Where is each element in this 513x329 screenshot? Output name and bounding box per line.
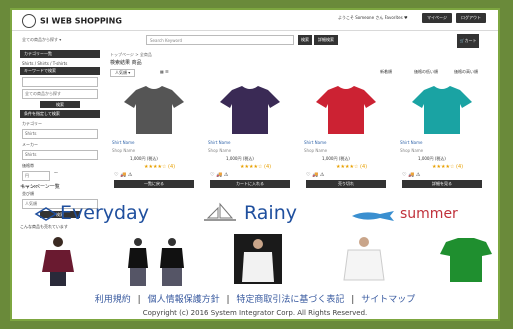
footer-links: 利用規約 | 個人情報保護方針 | 特定商取引法に基づく表記 | サイトマップ (12, 292, 498, 305)
category-select[interactable]: 全ての商品から探す ▾ (22, 35, 92, 45)
grid-view-icon[interactable]: ▦ ☰ (160, 69, 169, 74)
product-name[interactable]: Shirt Name (400, 140, 422, 145)
product-action-button[interactable]: 詳細を見る (402, 180, 482, 188)
footer-link-privacy[interactable]: 個人情報保護方針 (148, 295, 220, 305)
keyword-input[interactable] (22, 77, 98, 87)
fish-icon (350, 207, 396, 226)
banner-everyday[interactable]: Everyday (60, 202, 149, 224)
thumb-woman-maroon (42, 237, 74, 286)
product-card[interactable]: Shirt Name Shop Name 1,000円 (税込) ★★★★☆ (4) ♡… (398, 82, 486, 190)
sidebar-shirts-select[interactable]: Shirts (22, 129, 98, 139)
site-logo[interactable]: SI WEB SHOPPING (22, 14, 122, 28)
thumb-couple-black (128, 238, 184, 286)
user-greeting[interactable]: ようこそ Someone さん Favorites ♥ (338, 15, 408, 21)
footer-link-tokusho[interactable]: 特定商取引法に基づく表記 (236, 295, 344, 305)
product-action-icons[interactable]: ♡ 🚚 ⚠ (210, 172, 228, 178)
product-card[interactable]: Shirt Name Shop Name 1,000円 (税込) ★★★★☆ (4) ♡… (206, 82, 294, 190)
thumb-green-shirt (440, 238, 492, 282)
product-price: 1,000円 (税込) (418, 156, 446, 161)
recommend-strip (12, 232, 498, 288)
product-price: 1,000円 (税込) (130, 156, 158, 161)
recent-title: こんな商品も売れています (20, 224, 68, 229)
sort-select-main[interactable]: 人気順 ▾ (110, 69, 136, 77)
product-maker[interactable]: Shop Name (112, 148, 135, 153)
thumb-white-shirt-dark (234, 234, 282, 284)
sidebar-maker-select[interactable]: Shirts (22, 150, 98, 160)
search-input[interactable]: Search Keyword (146, 35, 294, 45)
footer-link-terms[interactable]: 利用規約 (95, 295, 131, 305)
banner-summer[interactable]: summer (400, 206, 458, 222)
product-grid: Shirt Name Shop Name 1,000円 (税込) ★★★★☆ (4) ♡… (110, 82, 492, 190)
footer-link-sitemap[interactable]: サイトマップ (361, 295, 415, 305)
product-rating: ★★★★☆ (4) (144, 164, 176, 170)
sort-bar: 人気順 ▾ ▦ ☰ 新着順 価格の低い順 価格の高い順 (110, 68, 492, 78)
product-maker[interactable]: Shop Name (304, 148, 327, 153)
product-card[interactable]: Shirt Name Shop Name 1,000円 (税込) ★★★★☆ (4) ♡… (302, 82, 390, 190)
logout-button[interactable]: ログアウト (456, 13, 486, 23)
everyday-logo-icon (34, 206, 58, 226)
sidebar-heading-category: カテゴリー一覧 (20, 50, 100, 58)
price-min-input[interactable]: 円 (22, 171, 50, 181)
sort-link-new[interactable]: 新着順 (380, 69, 392, 75)
breadcrumb[interactable]: トップページ > 全商品 (110, 52, 152, 58)
sidebar-search-button[interactable]: 検索 (40, 101, 80, 108)
search-bar: 全ての商品から探す ▾ Search Keyword 検索 詳細検索 🛒カート (12, 31, 498, 49)
product-rating: ★★★★☆ (4) (432, 164, 464, 170)
banner-rainy[interactable]: Rainy (244, 202, 297, 224)
tshirt-image[interactable] (314, 86, 378, 136)
page-title: 検索結果 商品 (110, 60, 142, 66)
product-maker[interactable]: Shop Name (400, 148, 423, 153)
copyright: Copyright (c) 2016 System Integrator Cor… (142, 309, 368, 317)
sidebar-heading-detail: 条件を指定して検索 (20, 110, 100, 118)
product-name[interactable]: Shirt Name (304, 140, 326, 145)
sidebar: カテゴリー一覧 Shirts / Shirts / T-shirts キーワード… (20, 50, 100, 218)
product-action-button[interactable]: 一覧に戻る (114, 180, 194, 188)
logo-icon (22, 14, 36, 28)
top-bar: SI WEB SHOPPING ようこそ Someone さん Favorite… (12, 10, 498, 31)
page-frame: SI WEB SHOPPING ようこそ Someone さん Favorite… (10, 8, 500, 321)
campaign-title: キャンペーン一覧 (20, 184, 60, 190)
product-action-button[interactable]: 売り切れ (306, 180, 386, 188)
footer-sep: | (351, 295, 355, 305)
product-action-icons[interactable]: ♡ 🚚 ⚠ (114, 172, 132, 178)
product-price: 1,000円 (税込) (226, 156, 254, 161)
sidebar-heading-keyword: キーワードで検索 (20, 67, 100, 75)
search-button[interactable]: 検索 (298, 35, 312, 45)
footer-sep: | (137, 295, 141, 305)
cart-button[interactable]: 🛒カート (457, 34, 479, 48)
product-action-button[interactable]: カートに入れる (210, 180, 290, 188)
sidebar-label: カテゴリー (22, 121, 42, 126)
product-name[interactable]: Shirt Name (208, 140, 230, 145)
sailboat-icon (200, 202, 240, 228)
product-action-icons[interactable]: ♡ 🚚 ⚠ (306, 172, 324, 178)
sidebar-category-select[interactable]: 全ての商品から探す (22, 89, 98, 99)
recommend-images[interactable] (12, 232, 498, 288)
product-card[interactable]: Shirt Name Shop Name 1,000円 (税込) ★★★★☆ (4) ♡… (110, 82, 198, 190)
sort-link-price-high[interactable]: 価格の高い順 (454, 69, 478, 75)
product-price: 1,000円 (税込) (322, 156, 350, 161)
campaign-banner[interactable]: Everyday Rainy summer (12, 196, 498, 230)
product-maker[interactable]: Shop Name (208, 148, 231, 153)
sidebar-label: 価格帯 (22, 163, 34, 168)
tshirt-image[interactable] (410, 86, 474, 136)
tshirt-image[interactable] (122, 86, 186, 136)
footer-sep: | (226, 295, 230, 305)
tshirt-image[interactable] (218, 86, 282, 136)
product-action-icons[interactable]: ♡ 🚚 ⚠ (402, 172, 420, 178)
mypage-button[interactable]: マイページ (422, 13, 452, 23)
thumb-man-white (343, 237, 385, 281)
cart-label: カート (464, 38, 477, 43)
logo-text: SI WEB SHOPPING (40, 16, 122, 26)
detail-search-button[interactable]: 詳細検索 (314, 35, 338, 45)
sidebar-category-text[interactable]: Shirts / Shirts / T-shirts (20, 60, 100, 67)
sort-link-price-low[interactable]: 価格の低い順 (414, 69, 438, 75)
sidebar-label: メーカー (22, 142, 38, 147)
product-rating: ★★★★☆ (4) (240, 164, 272, 170)
product-name[interactable]: Shirt Name (112, 140, 134, 145)
product-rating: ★★★★☆ (4) (336, 164, 368, 170)
price-range-sep: ～ (54, 170, 58, 175)
